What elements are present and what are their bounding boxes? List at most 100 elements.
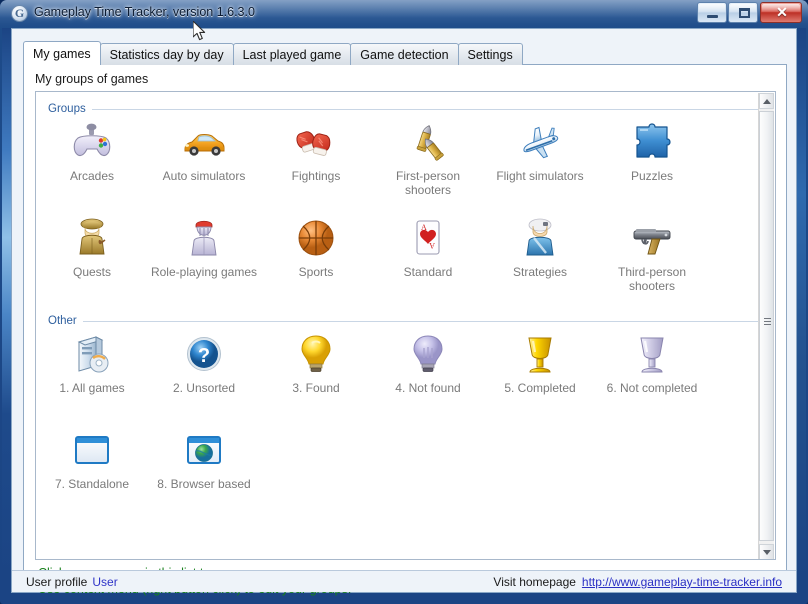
group-item-label: Sports [298,265,334,279]
status-bar: User profile User Visit homepage http://ww… [12,570,796,592]
tab-game-detection[interactable]: Game detection [350,43,459,65]
tab-statistics-day-by-day[interactable]: Statistics day by day [99,43,234,65]
app-logo-icon: G [11,5,28,22]
group-item-strategies[interactable]: Strategies [484,214,596,293]
tab-my-games[interactable]: My games [23,41,101,65]
section-header-groups: Groups [48,102,758,116]
playing-card-icon: A A [404,214,452,262]
group-item-third-person-shooters[interactable]: Third-person shooters [596,214,708,293]
section-header-other: Other [48,314,758,328]
group-item-2-unsorted[interactable]: ? 2. Unsorted [148,330,260,396]
detective-icon [68,214,116,262]
group-item-6-not-completed[interactable]: 6. Not completed [596,330,708,396]
tab-label: Game detection [360,48,449,62]
group-item-label: 8. Browser based [157,477,251,491]
tab-label: Settings [467,48,513,62]
group-row: Arcades Auto simulators Fightings First-… [36,118,758,197]
car-icon [180,118,228,166]
tab-page-my-games: My groups of games Groups Arcades Auto s… [23,64,787,596]
tab-last-played-game[interactable]: Last played game [232,43,352,65]
group-item-label: Fightings [291,169,341,183]
window-title: Gameplay Time Tracker, version 1.6.3.0 [34,5,255,19]
section-divider [91,108,758,110]
group-item-auto-simulators[interactable]: Auto simulators [148,118,260,197]
group-item-puzzles[interactable]: Puzzles [596,118,708,197]
scrollbar-grip-icon [764,318,771,325]
chevron-down-icon [763,550,771,555]
group-item-4-not-found[interactable]: 4. Not found [372,330,484,396]
minimize-button-gloss [699,4,725,12]
group-item-role-playing-games[interactable]: Role-playing games [148,214,260,293]
groups-list[interactable]: Groups Arcades Auto simulators Fightings… [35,91,776,560]
gamepad-icon [68,118,116,166]
minimize-icon [707,15,718,18]
group-item-label: 1. All games [59,381,125,395]
section-title: Other [48,315,77,327]
group-item-quests[interactable]: Quests [36,214,148,293]
tab-label: Statistics day by day [109,48,224,62]
scrollbar-thumb[interactable] [759,111,774,541]
scroll-up-button[interactable] [759,93,774,109]
puzzle-piece-icon [628,118,676,166]
group-row: Quests Role-playing games Sports A A Sta… [36,214,758,293]
svg-text:A: A [429,241,435,250]
group-item-label: Role-playing games [150,265,258,279]
title-bar[interactable]: G Gameplay Time Tracker, version 1.6.3.0… [0,0,808,28]
user-profile-value[interactable]: User [92,575,117,589]
group-item-label: 6. Not completed [606,381,698,395]
groups-list-scrollbar[interactable] [758,93,774,559]
window-frame-left-edge [2,28,11,580]
group-item-label: Strategies [512,265,568,279]
scroll-down-button[interactable] [759,544,774,559]
group-item-7-standalone[interactable]: 7. Standalone [36,426,148,492]
homepage-link[interactable]: http://www.gameplay-time-tracker.info [582,575,782,589]
window-icon [68,426,116,474]
user-profile-status: User profile User [26,575,118,589]
chevron-up-icon [763,99,771,104]
homepage-label: Visit homepage [493,575,576,589]
group-item-label: Third-person shooters [617,265,687,293]
group-item-label: 3. Found [292,381,340,395]
group-item-label: Auto simulators [162,169,246,183]
group-item-label: Standard [403,265,453,279]
group-item-label: 5. Completed [504,381,576,395]
gold-trophy-icon [516,330,564,378]
homepage-status: Visit homepage http://www.gameplay-time-t… [493,575,782,589]
group-item-label: Quests [72,265,111,279]
pistol-icon [628,214,676,262]
knight-icon [180,214,228,262]
group-row: 1. All games ? 2. Unsorted 3. Found 4. No… [36,330,758,396]
group-item-standard[interactable]: A A Standard [372,214,484,293]
group-item-3-found[interactable]: 3. Found [260,330,372,396]
group-item-8-browser-based[interactable]: 8. Browser based [148,426,260,492]
maximize-button[interactable] [728,2,758,23]
page-title: My groups of games [35,72,149,86]
group-item-label: Arcades [69,169,115,183]
group-item-1-all-games[interactable]: 1. All games [36,330,148,396]
client-area: My games Statistics day by day Last played… [11,28,797,596]
group-item-fightings[interactable]: Fightings [260,118,372,197]
tab-bar: My games Statistics day by day Last played… [23,41,523,65]
group-item-label: 7. Standalone [54,477,130,491]
maximize-icon [739,8,750,18]
tab-settings[interactable]: Settings [457,43,523,65]
close-button[interactable]: ✕ [760,2,802,23]
boxing-gloves-icon [292,118,340,166]
group-item-sports[interactable]: Sports [260,214,372,293]
window-frame-right-edge [797,28,806,580]
group-item-arcades[interactable]: Arcades [36,118,148,197]
group-item-first-person-shooters[interactable]: First-person shooters [372,118,484,197]
silver-trophy-icon [628,330,676,378]
basketball-icon [292,214,340,262]
browser-globe-icon [180,426,228,474]
section-title: Groups [48,103,86,115]
minimize-button[interactable] [697,2,727,23]
section-divider [82,320,758,322]
question-mark-icon: ? [180,330,228,378]
airplane-icon [516,118,564,166]
group-item-label: First-person shooters [395,169,460,197]
group-item-flight-simulators[interactable]: Flight simulators [484,118,596,197]
group-item-5-completed[interactable]: 5. Completed [484,330,596,396]
group-item-label: 2. Unsorted [172,381,236,395]
lightbulb-off-icon [404,330,452,378]
